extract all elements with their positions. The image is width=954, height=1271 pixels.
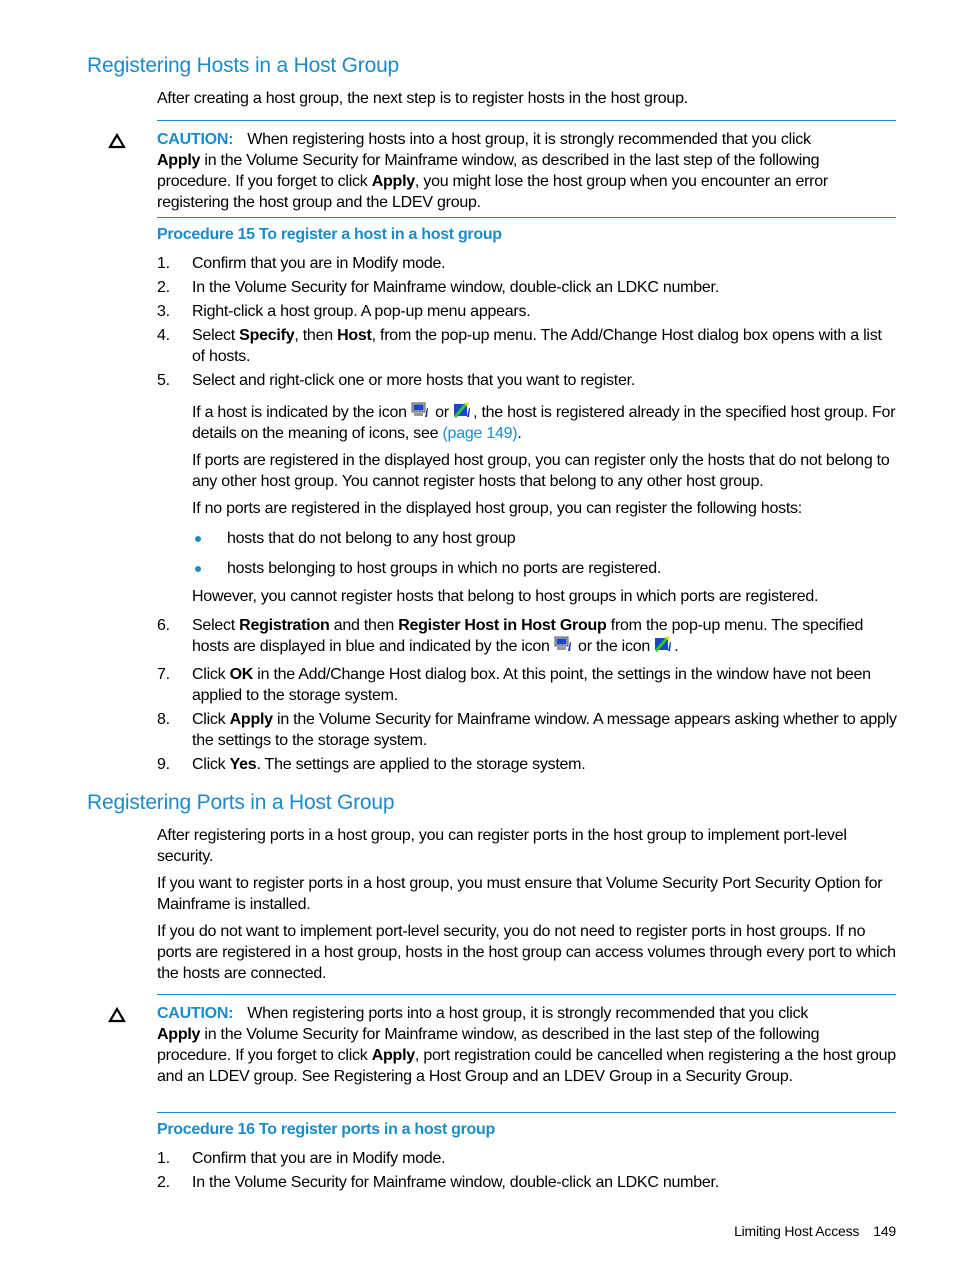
page-footer: Limiting Host Access 149 — [700, 1223, 896, 1239]
caution-bold-apply: Apply — [371, 1047, 415, 1064]
step-number: 2. — [157, 1174, 170, 1191]
page-149-link[interactable]: (page 149) — [442, 425, 517, 442]
step-text: Confirm that you are in Modify mode. — [192, 1150, 446, 1167]
step-text: Click Yes. The settings are applied to t… — [192, 756, 586, 773]
step-number: 9. — [157, 756, 170, 773]
ports-registered-note: If ports are registered in the displayed… — [192, 452, 890, 490]
section-intro: After creating a host group, the next st… — [157, 90, 688, 107]
bullet-dot-icon — [195, 536, 201, 542]
registered-host-group-icon — [654, 636, 674, 653]
caution-bottom-rule — [157, 217, 896, 218]
caution-triangle-icon — [108, 1007, 126, 1023]
step-text: Click Apply in the Volume Security for M… — [192, 711, 897, 749]
step-number: 7. — [157, 666, 170, 683]
caution-note: CAUTION: When registering ports into a ho… — [157, 1003, 897, 1087]
step-number: 5. — [157, 372, 170, 389]
caution-top-rule — [157, 120, 896, 121]
caution-bottom-rule — [157, 1112, 896, 1113]
footer-section-title: Limiting Host Access — [734, 1223, 860, 1239]
caution-label: CAUTION: — [157, 131, 234, 148]
caution-text: When registering ports into a host group… — [247, 1005, 809, 1022]
document-page: Registering Hosts in a Host Group After … — [0, 0, 954, 1271]
caution-label: CAUTION: — [157, 1005, 234, 1022]
icon-note: If a host is indicated by the icon or , … — [192, 402, 896, 442]
registered-host-icon — [411, 402, 431, 419]
step-text: Select Specify, then Host, from the pop-… — [192, 327, 882, 365]
caution-text: When registering hosts into a host group… — [247, 131, 811, 148]
procedure-title: Procedure 16 To register ports in a host… — [157, 1121, 495, 1138]
section-paragraph: If you do not want to implement port-lev… — [157, 923, 896, 982]
procedure-title: Procedure 15 To register a host in a hos… — [157, 226, 502, 243]
step-text: In the Volume Security for Mainframe win… — [192, 279, 719, 296]
registered-host-group-icon — [453, 402, 473, 419]
registered-host-icon — [554, 636, 574, 653]
caution-bold-apply: Apply — [371, 173, 415, 190]
step-text: In the Volume Security for Mainframe win… — [192, 1174, 719, 1191]
step-number: 1. — [157, 255, 170, 272]
step-number: 6. — [157, 617, 170, 634]
page-number: 149 — [873, 1223, 896, 1239]
caution-note: CAUTION: When registering hosts into a ho… — [157, 129, 897, 213]
caution-top-rule — [157, 994, 896, 995]
section-paragraph: After registering ports in a host group,… — [157, 827, 847, 865]
step-text: Select and right-click one or more hosts… — [192, 372, 636, 389]
bullet-dot-icon — [195, 566, 201, 572]
however-note: However, you cannot register hosts that … — [192, 588, 819, 605]
bullet-text: hosts that do not belong to any host gro… — [227, 530, 516, 547]
step-number: 2. — [157, 279, 170, 296]
step-number: 1. — [157, 1150, 170, 1167]
step-number: 3. — [157, 303, 170, 320]
section-paragraph: If you want to register ports in a host … — [157, 875, 883, 913]
bullet-text: hosts belonging to host groups in which … — [227, 560, 662, 577]
caution-triangle-icon — [108, 133, 126, 149]
step-text: Click OK in the Add/Change Host dialog b… — [192, 666, 871, 704]
no-ports-note: If no ports are registered in the displa… — [192, 500, 802, 517]
section-heading-registering-hosts: Registering Hosts in a Host Group — [87, 54, 400, 77]
step-text: Right-click a host group. A pop-up menu … — [192, 303, 531, 320]
step-text: Select Registration and then Register Ho… — [192, 617, 864, 655]
section-heading-registering-ports: Registering Ports in a Host Group — [87, 791, 395, 814]
caution-bold-apply: Apply — [157, 152, 201, 169]
caution-bold-apply: Apply — [157, 1026, 201, 1043]
step-number: 8. — [157, 711, 170, 728]
step-text: Confirm that you are in Modify mode. — [192, 255, 446, 272]
step-number: 4. — [157, 327, 170, 344]
